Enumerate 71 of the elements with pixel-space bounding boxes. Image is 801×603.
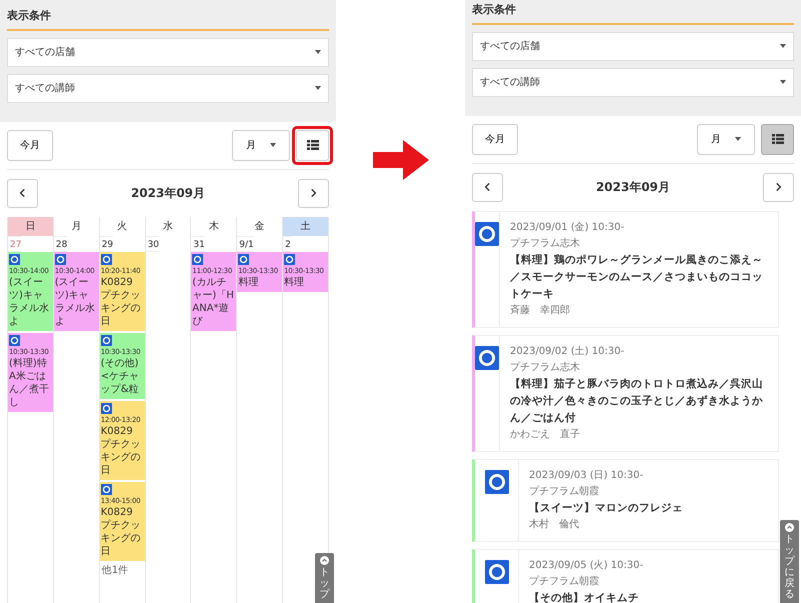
event-title: 料理: [238, 276, 260, 288]
next-month-button[interactable]: [298, 178, 329, 208]
list-icon: [306, 140, 318, 150]
instructor-name: 木村 倫代: [529, 518, 580, 532]
weekday-header: 月: [54, 216, 100, 236]
event-date: 2023/09/03 (日) 10:30-: [529, 468, 644, 482]
event-title: (料理)特A米ごはん／煮干し: [9, 356, 50, 408]
event-title: K0829 プチクッキングの日: [100, 424, 142, 476]
event-title: K0829 プチクッキングの日: [100, 276, 142, 328]
more-link[interactable]: 他1件: [100, 562, 128, 578]
circle-icon: [100, 402, 112, 414]
circle-icon: [284, 254, 296, 264]
event-date: 2023/09/02 (土) 10:30-: [510, 344, 626, 358]
filter-title: 表示条件: [7, 8, 329, 30]
circle-icon: [54, 254, 66, 264]
event-title: (その他)<ケチャップ&粒: [100, 356, 140, 396]
day-number: 30: [146, 236, 160, 252]
circle-icon: [238, 254, 250, 264]
weekday-header: 日: [8, 216, 54, 236]
event-title: 【料理】茄子と豚バラ肉のトロトロ煮込み／呉沢山の冷や汁／色々きのこの玉子とじ／あずき水ようかん／ごはん付: [510, 376, 764, 426]
event-title: 【スイーツ】マロンのフレジェ: [529, 500, 683, 516]
select-field[interactable]: すべての講師: [472, 68, 794, 96]
store-name: プチフラム朝霞: [529, 574, 600, 588]
weekday-header: 土: [283, 216, 329, 236]
today-button[interactable]: 今月: [472, 124, 518, 154]
circle-icon: [9, 254, 20, 264]
previous-month-button[interactable]: [472, 172, 503, 202]
back-to-top-button[interactable]: トップ: [315, 553, 334, 603]
instructor-name: 斉藤 幸四郎: [510, 304, 571, 318]
select-field[interactable]: すべての講師: [7, 74, 329, 102]
circle-icon: [100, 334, 112, 346]
event-title: (カルチャー)「HANA*遊び: [192, 276, 235, 328]
event-card[interactable]: 2023/09/01 (金) 10:30- プチフラム志木 【料理】鶏のポワレ～グランメール風きのこ添え～／スモークサーモンのムース／さつまいものココットケーキ 斉藤 幸四郎: [472, 210, 779, 328]
event-title: (スイーツ)キャラメル水よ: [54, 276, 96, 328]
weekday-header: 木: [191, 216, 238, 236]
event-title: 料理: [284, 276, 306, 288]
month-title: 2023年09月: [596, 179, 670, 196]
event-card[interactable]: 2023/09/05 (火) 10:30- プチフラム朝霞 【その他】オイキムチ: [472, 548, 779, 603]
chevron-up-icon: [320, 556, 329, 565]
event-title: (スイーツ)キャラメル水よ: [9, 276, 50, 328]
right-arrow-icon: [372, 140, 428, 180]
view-select[interactable]: 月: [232, 130, 290, 160]
event-card[interactable]: 2023/09/02 (土) 10:30- プチフラム志木 【料理】茄子と豚バラ肉のトロトロ煮込み／呉沢山の冷や汁／色々きのこの玉子とじ／あずき水ようかん／ごはん付 かわごえ 直子: [472, 334, 779, 452]
month-title: 2023年09月: [130, 185, 206, 202]
store-name: プチフラム志木: [510, 236, 581, 250]
circle-icon: [100, 254, 112, 264]
back-to-top-button[interactable]: トップに戻る: [780, 520, 799, 603]
next-month-button[interactable]: [762, 172, 794, 202]
weekday-header: 水: [146, 216, 192, 236]
circle-icon: [100, 484, 112, 494]
list-view-button[interactable]: [761, 124, 794, 154]
event-card[interactable]: 2023/09/03 (日) 10:30- プチフラム朝霞 【スイーツ】マロンのフレジェ 木村 倫代: [472, 458, 779, 542]
today-button[interactable]: 今月: [7, 130, 53, 160]
event-title: 【その他】オイキムチ: [529, 590, 640, 603]
select-field[interactable]: すべての店舗: [472, 32, 794, 60]
list-icon: [772, 134, 784, 144]
previous-month-button[interactable]: [7, 178, 38, 208]
store-name: プチフラム志木: [510, 360, 581, 374]
event-date: 2023/09/05 (火) 10:30-: [529, 558, 644, 572]
chevron-up-icon: [785, 523, 794, 532]
instructor-name: かわごえ 直子: [510, 428, 581, 442]
view-select[interactable]: 月: [697, 124, 755, 154]
filter-title: 表示条件: [472, 2, 794, 24]
event-title: 【料理】鶏のポワレ～グランメール風きのこ添え～／スモークサーモンのムース／さつまいものココットケーキ: [510, 252, 764, 302]
store-name: プチフラム朝霞: [529, 484, 600, 498]
circle-icon: [192, 254, 204, 264]
select-field[interactable]: すべての店舗: [7, 38, 329, 66]
circle-icon: [9, 334, 20, 346]
event-title: K0829 プチクッキングの日: [100, 506, 142, 558]
weekday-header: 火: [100, 216, 146, 236]
event-date: 2023/09/01 (金) 10:30-: [510, 220, 626, 234]
